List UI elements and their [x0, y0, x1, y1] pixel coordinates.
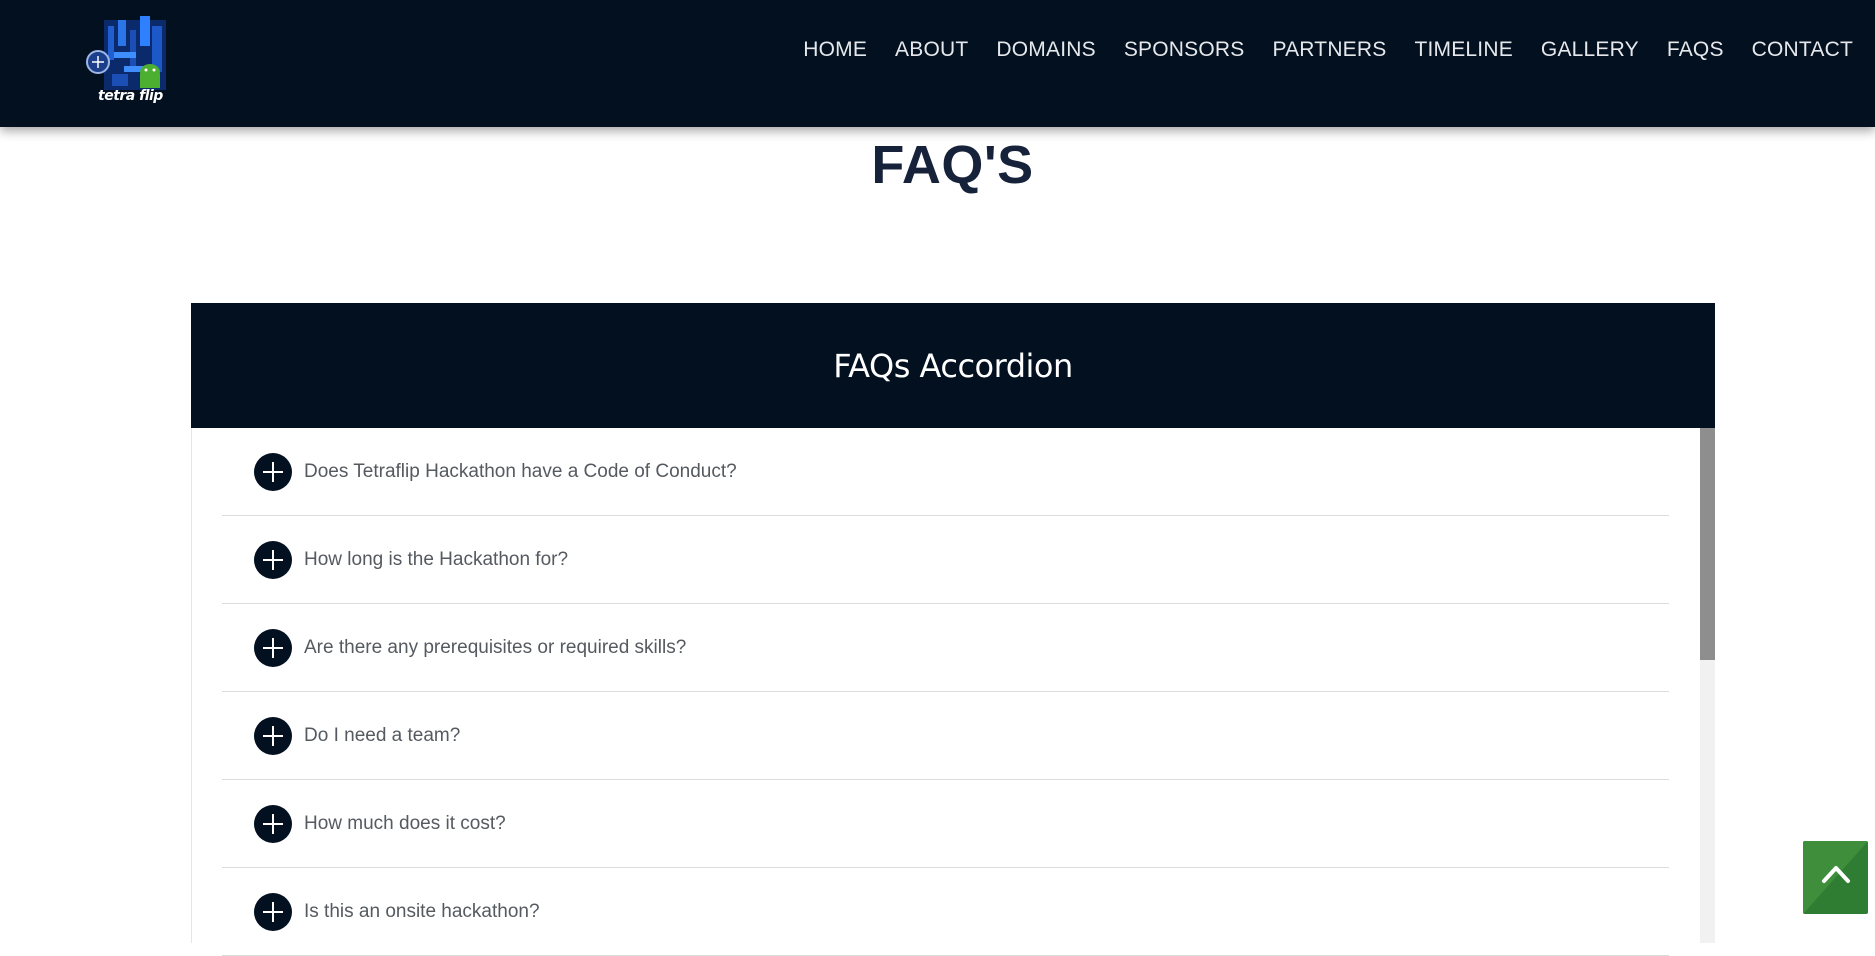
page-title: FAQ'S — [871, 135, 1034, 195]
plus-circle-icon[interactable] — [254, 629, 292, 667]
faq-item-team[interactable]: Do I need a team? — [222, 692, 1669, 780]
nav-contact[interactable]: CONTACT — [1752, 38, 1853, 62]
faq-item-onsite[interactable]: Is this an onsite hackathon? — [222, 868, 1669, 956]
faq-item-code-of-conduct[interactable]: Does Tetraflip Hackathon have a Code of … — [222, 428, 1669, 516]
faq-accordion-title: FAQs Accordion — [833, 346, 1073, 385]
nav-home[interactable]: HOME — [803, 38, 867, 62]
faq-question: Do I need a team? — [304, 725, 461, 746]
nav-sponsors[interactable]: SPONSORS — [1124, 38, 1245, 62]
nav-domains[interactable]: DOMAINS — [996, 38, 1095, 62]
chevron-up-icon — [1822, 866, 1850, 883]
nav-faqs[interactable]: FAQS — [1667, 38, 1724, 62]
plus-circle-icon[interactable] — [254, 717, 292, 755]
faq-accordion-header: FAQs Accordion — [191, 303, 1715, 428]
nav-timeline[interactable]: TIMELINE — [1414, 38, 1512, 62]
plus-circle-icon[interactable] — [254, 453, 292, 491]
nav-partners[interactable]: PARTNERS — [1272, 38, 1386, 62]
plus-circle-icon[interactable] — [254, 541, 292, 579]
faq-question: Are there any prerequisites or required … — [304, 637, 687, 658]
faq-scrollbar-thumb[interactable] — [1700, 428, 1715, 660]
faq-scrollbar[interactable] — [1700, 428, 1715, 943]
faq-item-duration[interactable]: How long is the Hackathon for? — [222, 516, 1669, 604]
navbar: tetra flip HOME ABOUT DOMAINS SPONSORS P… — [0, 0, 1875, 127]
faq-question: How much does it cost? — [304, 813, 506, 834]
faq-accordion-body: Does Tetraflip Hackathon have a Code of … — [191, 428, 1715, 956]
back-to-top-button[interactable] — [1803, 841, 1868, 914]
main-nav: HOME ABOUT DOMAINS SPONSORS PARTNERS TIM… — [803, 38, 1853, 62]
faq-item-prerequisites[interactable]: Are there any prerequisites or required … — [222, 604, 1669, 692]
faq-accordion: FAQs Accordion Does Tetraflip Hackathon … — [191, 303, 1715, 956]
faq-list: Does Tetraflip Hackathon have a Code of … — [222, 428, 1669, 956]
plus-circle-icon[interactable] — [254, 805, 292, 843]
logo-text: tetra flip — [98, 88, 163, 104]
nav-gallery[interactable]: GALLERY — [1541, 38, 1639, 62]
faq-question: Does Tetraflip Hackathon have a Code of … — [304, 461, 737, 482]
nav-about[interactable]: ABOUT — [895, 38, 968, 62]
faq-item-cost[interactable]: How much does it cost? — [222, 780, 1669, 868]
plus-circle-icon[interactable] — [254, 893, 292, 931]
tetraflip-logo[interactable]: tetra flip — [84, 12, 174, 110]
faq-question: How long is the Hackathon for? — [304, 549, 569, 570]
faq-question: Is this an onsite hackathon? — [304, 901, 540, 922]
